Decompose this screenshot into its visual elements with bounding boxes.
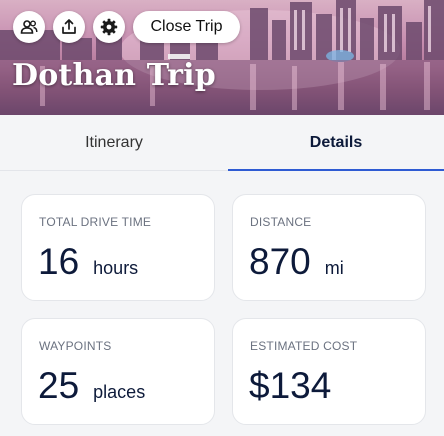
cost-value: $134 [249,365,332,406]
waypoints-label: WAYPOINTS [39,339,112,353]
waypoints-card: WAYPOINTS 25 places [21,318,215,425]
upload-icon [62,19,76,34]
group-icon [20,20,38,34]
distance-value: 870 [249,241,311,282]
active-tab-indicator [228,169,444,171]
waypoints-value: 25 [38,365,80,406]
drive-time-card: TOTAL DRIVE TIME 16 hours [21,194,215,301]
drive-time-value: 16 [38,241,80,282]
gear-icon [100,18,118,36]
tab-itinerary[interactable]: Itinerary [0,115,228,171]
trip-title: Dothan Trip [12,58,216,93]
distance-label: DISTANCE [250,215,312,229]
tab-bar: Itinerary Details [0,115,444,171]
waypoints-unit: places [93,382,146,402]
close-trip-button[interactable]: Close Trip [133,11,240,43]
distance-value-row: 870 mi [249,241,344,283]
travelers-button[interactable] [13,11,45,43]
tab-details[interactable]: Details [228,115,444,171]
trip-header: Close Trip Dothan Trip [0,0,444,115]
drive-time-label: TOTAL DRIVE TIME [39,215,152,229]
cost-label: ESTIMATED COST [250,339,358,353]
waypoints-value-row: 25 places [38,365,145,407]
share-button[interactable] [53,11,85,43]
cost-value-row: $134 [249,365,331,407]
distance-card: DISTANCE 870 mi [232,194,426,301]
cost-card: ESTIMATED COST $134 [232,318,426,425]
drive-time-value-row: 16 hours [38,241,138,283]
distance-unit: mi [324,258,344,278]
trip-details-screen: Close Trip Dothan Trip Itinerary Details… [0,0,444,436]
drive-time-unit: hours [93,258,139,278]
settings-button[interactable] [93,11,125,43]
